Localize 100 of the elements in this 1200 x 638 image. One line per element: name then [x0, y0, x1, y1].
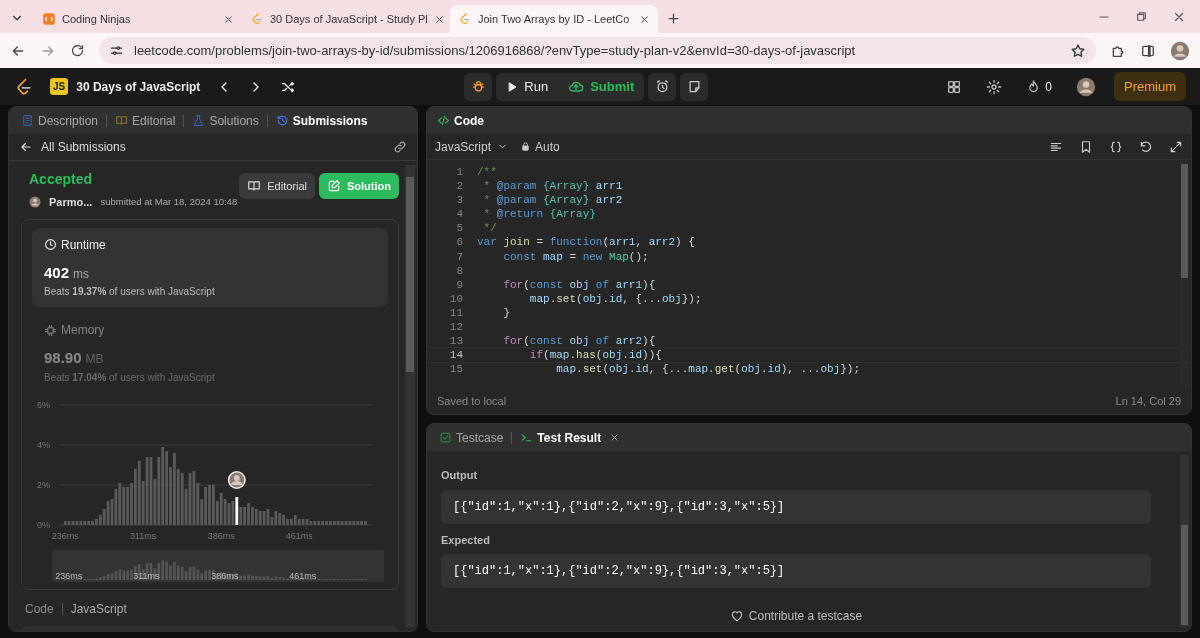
tab-title: Coding Ninjas — [62, 11, 132, 27]
code-line: map.set(obj.id, {...map.get(obj.id), ...obj}); — [555, 362, 860, 377]
clock-icon — [44, 238, 57, 251]
book-icon — [115, 114, 129, 127]
code-line: const map = new Map(); — [502, 249, 649, 264]
avatar[interactable] — [29, 196, 41, 209]
browser-tab[interactable]: Join Two Arrays by ID - LeetCo — [450, 5, 658, 33]
new-tab-icon[interactable] — [666, 11, 681, 26]
code-line: for(const obj of arr2){ — [502, 334, 656, 349]
axis-label: 311ms — [130, 530, 157, 541]
panel-tab[interactable]: Editorial — [113, 107, 178, 134]
description-icon — [21, 114, 34, 127]
panel-title: Code — [437, 111, 484, 130]
axis-label: 386ms — [211, 570, 239, 581]
chip-icon — [44, 323, 57, 337]
mode-label: Auto — [520, 137, 560, 156]
scrollbar[interactable] — [1180, 455, 1189, 627]
debug-button[interactable] — [464, 72, 493, 101]
site-icon — [250, 12, 264, 26]
line-number: 4 — [455, 207, 463, 222]
site-settings-icon[interactable] — [109, 43, 124, 58]
close-icon[interactable] — [223, 13, 234, 25]
field-label: Output — [441, 468, 479, 483]
bookmark-star-icon[interactable] — [1070, 42, 1086, 59]
code-line: * @param {Array} arr1 — [482, 179, 623, 194]
browser-tab[interactable]: Coding Ninjas — [34, 5, 242, 33]
axis-label: 2% — [37, 479, 50, 490]
settings-icon[interactable] — [986, 78, 1003, 95]
bug-icon — [470, 79, 486, 94]
close-icon[interactable] — [433, 13, 445, 25]
code-label: Code — [25, 600, 54, 618]
stat-unit: MB — [85, 351, 104, 368]
line-number: 7 — [455, 249, 463, 264]
stat-panel[interactable]: Memory 98.90 MB Beats 17.04% of users with JavaScript — [32, 313, 388, 393]
logo-icon[interactable] — [14, 76, 34, 97]
braces-icon[interactable] — [1109, 139, 1123, 154]
axis-label: 461ms — [289, 570, 317, 581]
contribute-link[interactable]: Contribute a testcase — [723, 606, 869, 626]
code-line: /** — [477, 165, 497, 180]
code-line: if(map.has(obj.id)){ — [528, 348, 662, 363]
editorial-button[interactable]: Editorial — [239, 173, 315, 199]
restore-icon[interactable] — [1135, 9, 1148, 23]
back-icon — [19, 140, 33, 154]
panel-tab[interactable]: Submissions — [273, 107, 370, 134]
stat-value: 98.90 — [44, 348, 82, 368]
study-plan-title[interactable]: 30 Days of JavaScript — [76, 77, 201, 96]
axis-label: 386ms — [207, 530, 235, 541]
stat-panel[interactable]: Runtime 402 ms Beats 19.37% of users with JavaScript — [32, 227, 388, 307]
panel-tab[interactable]: Testcase — [437, 424, 506, 451]
undo-icon[interactable] — [1139, 139, 1153, 154]
side-panel-icon[interactable] — [1140, 42, 1156, 59]
notes-button[interactable] — [680, 72, 709, 101]
submit-button[interactable]: Submit — [558, 72, 645, 101]
close-icon[interactable] — [609, 432, 621, 443]
line-number: 9 — [455, 277, 463, 292]
url-text: leetcode.com/problems/join-two-arrays-by-id/submissions/1206916868/?envType=study-plan-v2&envId=30-days-of-javascript — [134, 41, 856, 60]
line-number: 10 — [448, 291, 463, 306]
avatar[interactable] — [1076, 76, 1096, 97]
scrollbar[interactable] — [405, 165, 415, 627]
axis-label: 4% — [37, 439, 50, 450]
timer-button[interactable] — [648, 72, 677, 101]
address-bar[interactable]: leetcode.com/problems/join-two-arrays-by-id/submissions/1206916868/?envType=study-plan-v2&envId=30-days-of-javascript — [99, 37, 1096, 64]
axis-label: 236ms — [51, 530, 79, 541]
status-text: Accepted — [29, 170, 94, 189]
panel-tab[interactable]: Solutions — [190, 107, 261, 134]
panel-tab[interactable]: Test Result — [518, 424, 604, 451]
axis-label: 461ms — [285, 530, 313, 541]
book-icon — [247, 179, 262, 193]
panel-tab[interactable]: Description — [19, 107, 101, 134]
flask-icon — [192, 114, 206, 127]
alarm-clock-icon — [654, 79, 670, 94]
line-number: 15 — [448, 362, 463, 377]
code-label: JavaScript — [70, 600, 127, 618]
field-label: Expected — [441, 532, 491, 548]
tab-title: Join Two Arrays by ID - LeetCo — [478, 11, 631, 27]
axis-label: 0% — [37, 519, 50, 530]
tab-title: 30 Days of JavaScript - Study Pl — [270, 11, 428, 27]
line-number: 11 — [448, 305, 463, 321]
reload-icon[interactable] — [70, 43, 85, 58]
run-button[interactable]: Run — [496, 72, 559, 101]
code-line: * @return {Array} — [482, 207, 596, 222]
avatar — [227, 470, 246, 489]
expand-icon[interactable] — [1169, 139, 1183, 154]
bookmark-icon[interactable] — [1079, 139, 1093, 154]
result-value: [{"id":1,"x":1},{"id":2,"x":9},{"id":3,"x":5}] — [441, 489, 1151, 524]
lock-icon — [520, 141, 532, 152]
beats-text: Beats 17.04% of users with JavaScript — [44, 370, 216, 385]
line-number: 3 — [455, 193, 463, 208]
checkbox-icon — [439, 431, 452, 444]
language-select[interactable]: JavaScript — [435, 132, 509, 161]
link-icon[interactable] — [393, 140, 407, 154]
layout-icon[interactable] — [946, 78, 963, 95]
browser-tab[interactable]: 30 Days of JavaScript - Study Pl — [242, 5, 450, 33]
back-link[interactable]: All Submissions — [19, 138, 126, 156]
terminal-icon — [520, 431, 534, 444]
user-name[interactable]: Parmo... — [49, 194, 93, 211]
close-icon[interactable] — [639, 13, 650, 25]
result-value: [{"id":1,"x":1},{"id":2,"x":9},{"id":3,"x":5}] — [441, 554, 1151, 588]
scrollbar[interactable] — [1180, 160, 1189, 388]
premium-button[interactable]: Premium — [1114, 71, 1186, 102]
